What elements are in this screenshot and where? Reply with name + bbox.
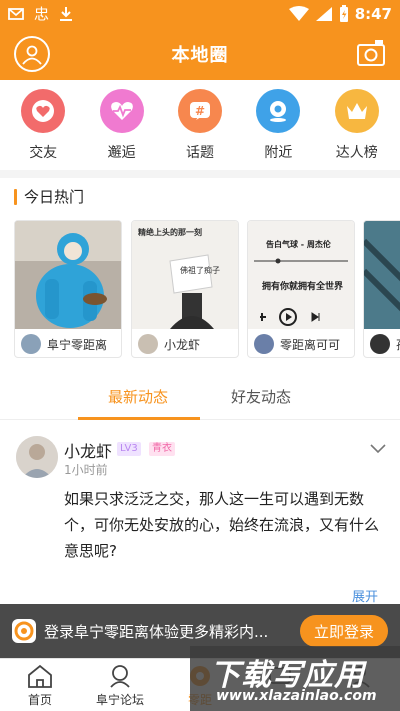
- tab-latest[interactable]: 最新动态: [108, 386, 168, 407]
- hot-card[interactable]: 孙: [363, 220, 400, 358]
- category-label: 话题: [185, 145, 214, 161]
- section-accent-bar: [14, 188, 17, 205]
- page-title: 本地圈: [171, 45, 229, 66]
- forum-icon: [110, 665, 130, 688]
- nav-local-circle[interactable]: 零距: [160, 659, 240, 711]
- user-avatar-button[interactable]: [14, 36, 50, 72]
- hot-card[interactable]: 阜宁零距离: [14, 220, 122, 358]
- expand-link[interactable]: 展开: [352, 586, 378, 605]
- circle-icon: [190, 666, 210, 686]
- hot-card-image: 告白气球 - 周杰伦 拥有你就拥有全世界: [248, 221, 354, 329]
- heartbeat-icon: [99, 89, 144, 133]
- nav-profile[interactable]: [320, 659, 400, 711]
- category-nearby[interactable]: 附近: [243, 80, 313, 170]
- hashtag-icon: #: [177, 89, 222, 133]
- hot-card-author: 小龙虾: [164, 337, 201, 352]
- post-content: 如果只求泛泛之交，那人这一生可以遇到无数个，可你无处安放的心，始终在流浪，又有什…: [64, 490, 380, 560]
- login-banner: 登录阜宁零距离体验更多精彩内... 立即登录: [0, 604, 400, 658]
- download-icon: [60, 7, 73, 21]
- category-label: 附近: [264, 145, 293, 161]
- location-icon: [256, 89, 301, 133]
- level-badge: LV3: [117, 442, 141, 456]
- status-bar: 忠 8:47: [0, 0, 400, 28]
- category-row: 交友 邂逅 # 话题 附近 达人榜: [0, 80, 400, 178]
- tab-friends[interactable]: 好友动态: [231, 386, 291, 407]
- hot-card-author: 孙: [396, 336, 400, 353]
- post-author-name[interactable]: 小龙虾: [64, 438, 112, 462]
- login-now-button[interactable]: 立即登录: [300, 615, 388, 647]
- category-topics[interactable]: # 话题: [165, 80, 235, 170]
- role-badge: 青衣: [149, 442, 175, 456]
- section-title-hot: 今日热门: [14, 186, 84, 207]
- avatar: [254, 334, 274, 354]
- heart-icon: [21, 89, 66, 133]
- category-make-friends[interactable]: 交友: [8, 80, 78, 170]
- battery-icon: [339, 5, 348, 22]
- hot-card-author: 零距离可可: [280, 337, 341, 352]
- category-encounter[interactable]: 邂逅: [87, 80, 157, 170]
- avatar: [138, 334, 158, 354]
- avatar: [370, 334, 390, 354]
- hot-card-author: 阜宁零距离: [47, 337, 108, 352]
- app-logo-icon: [12, 619, 36, 643]
- active-tab-indicator: [78, 417, 200, 420]
- hot-card-image: [15, 221, 121, 329]
- chevron-down-icon[interactable]: [370, 444, 386, 454]
- category-label: 交友: [29, 145, 58, 161]
- app-notification-icon: 忠: [34, 4, 50, 23]
- profile-icon: [350, 666, 370, 688]
- post-time: 1小时前: [64, 463, 108, 477]
- nav-forum[interactable]: 阜宁论坛: [80, 659, 160, 711]
- category-label: 邂逅: [107, 145, 136, 161]
- mail-icon: [8, 8, 24, 20]
- svg-text:#: #: [195, 104, 205, 118]
- avatar: [21, 334, 41, 354]
- crown-icon: [334, 89, 379, 133]
- hot-card-image: [364, 221, 400, 329]
- message-icon: [269, 667, 291, 684]
- feed-post[interactable]: 小龙虾 LV3 青衣 1小时前 如果只求泛泛之交，那人这一生可以遇到无数个，可你…: [0, 424, 400, 614]
- avatar[interactable]: [16, 436, 58, 478]
- category-label: 达人榜: [335, 145, 378, 161]
- nav-home[interactable]: 首页: [0, 659, 80, 711]
- nav-messages[interactable]: [240, 659, 320, 711]
- login-prompt-text: 登录阜宁零距离体验更多精彩内...: [44, 622, 269, 641]
- category-ranking[interactable]: 达人榜: [322, 80, 392, 170]
- hot-card[interactable]: 精绝上头的那一刻 佛祖了痴子 小龙虾: [131, 220, 239, 358]
- feed-tabs: 最新动态 好友动态: [0, 376, 400, 420]
- hot-card-image: 精绝上头的那一刻 佛祖了痴子: [132, 221, 238, 329]
- clock: 8:47: [354, 5, 392, 23]
- app-header: 本地圈: [0, 28, 400, 80]
- hot-cards-carousel[interactable]: 阜宁零距离 精绝上头的那一刻 佛祖了痴子 小龙虾 告白气球 - 周杰伦 拥有你就…: [14, 220, 400, 360]
- home-icon: [28, 664, 52, 688]
- wifi-icon: [288, 6, 309, 21]
- hot-card[interactable]: 告白气球 - 周杰伦 拥有你就拥有全世界 零距离可可: [247, 220, 355, 358]
- signal-icon: [315, 7, 332, 21]
- user-icon: [22, 45, 42, 65]
- bottom-navigation: 首页 阜宁论坛 零距: [0, 658, 400, 711]
- camera-button[interactable]: [356, 39, 386, 67]
